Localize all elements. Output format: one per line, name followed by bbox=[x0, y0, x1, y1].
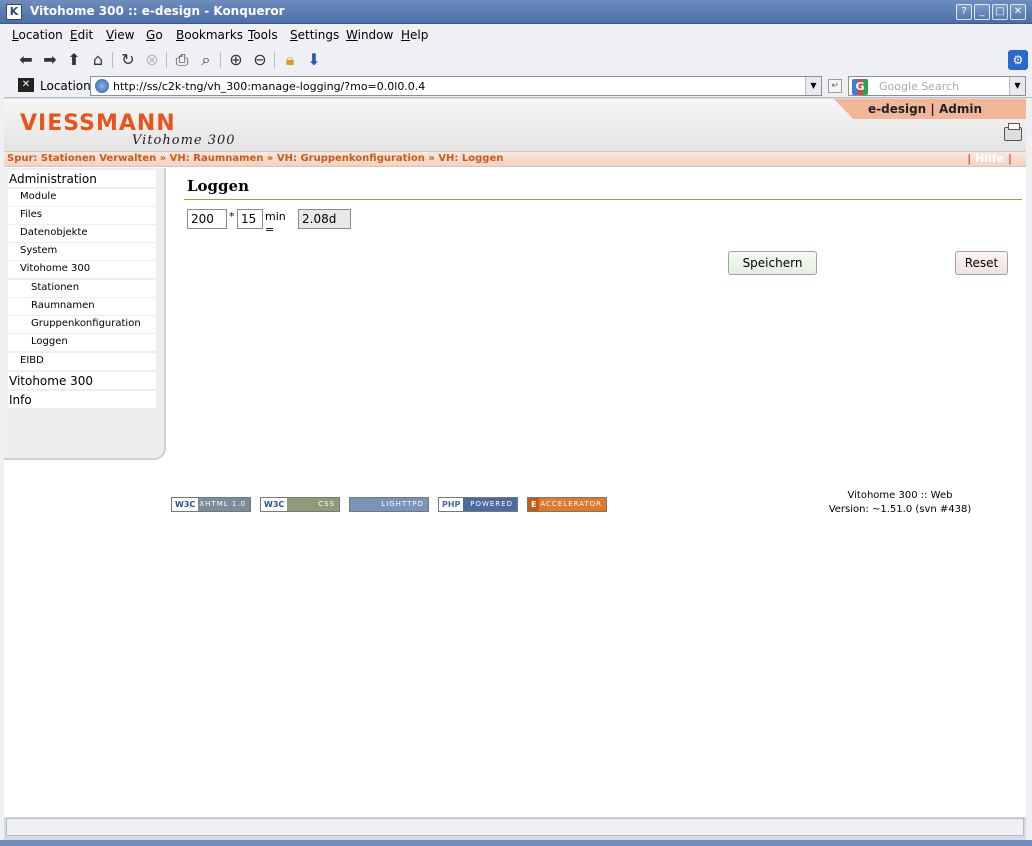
google-icon[interactable]: G bbox=[852, 79, 868, 95]
sidebar-nav: Administration Module Files Datenobjekte… bbox=[4, 168, 166, 460]
reload-icon[interactable]: ↻ bbox=[118, 50, 138, 70]
up-icon[interactable]: ⬆ bbox=[64, 50, 84, 70]
sidebar-item-module[interactable]: Module bbox=[8, 189, 156, 206]
konqueror-icon[interactable]: K bbox=[6, 4, 22, 20]
menubar: Location Edit View Go Bookmarks Tools Se… bbox=[0, 24, 1032, 46]
sidebar-item-loggen[interactable]: Loggen bbox=[8, 334, 156, 351]
sidebar-item-administration[interactable]: Administration bbox=[8, 170, 156, 187]
toolbar-separator bbox=[112, 52, 113, 68]
breadcrumb-link-gruppen[interactable]: VH: Gruppenkonfiguration bbox=[277, 153, 425, 164]
page-title: Loggen bbox=[187, 177, 249, 195]
sidebar-item-files[interactable]: Files bbox=[8, 207, 156, 224]
sidebar-item-eibd[interactable]: EIBD bbox=[8, 353, 156, 370]
menu-go[interactable]: Go bbox=[146, 28, 163, 42]
minimize-button[interactable]: _ bbox=[974, 4, 990, 20]
maximize-button[interactable]: □ bbox=[992, 4, 1008, 20]
duration-result: 2.08d bbox=[298, 209, 351, 229]
window-frame-right bbox=[1026, 98, 1032, 840]
breadcrumb-bar: Spur: Stationen Verwalten » VH: Raumname… bbox=[4, 151, 1026, 167]
url-text[interactable]: http://ss/c2k-tng/vh_300:manage-logging/… bbox=[113, 80, 425, 93]
breadcrumb-link-loggen[interactable]: VH: Loggen bbox=[438, 153, 503, 164]
css-badge[interactable]: W3C CSS bbox=[260, 497, 340, 512]
toolbar-separator bbox=[166, 52, 167, 68]
version-info: Vitohome 300 :: Web Version: ~1.51.0 (sv… bbox=[810, 489, 990, 517]
sidebar-item-raumnamen[interactable]: Raumnamen bbox=[8, 298, 156, 315]
search-placeholder: Google Search bbox=[879, 80, 960, 93]
menu-help[interactable]: Help bbox=[401, 28, 428, 42]
go-icon[interactable]: ↵ bbox=[828, 79, 842, 93]
page-viewport: VIESSMANN Vitohome 300 e-design | Admin … bbox=[4, 99, 1026, 817]
lock-icon[interactable]: 🔒︎ bbox=[280, 50, 300, 70]
php-badge[interactable]: PHP POWERED bbox=[438, 497, 518, 512]
url-input[interactable]: http://ss/c2k-tng/vh_300:manage-logging/… bbox=[90, 76, 822, 96]
breadcrumb-link-stationen[interactable]: Stationen Verwalten bbox=[41, 153, 156, 164]
menu-tools[interactable]: Tools bbox=[248, 28, 278, 42]
user-tab: e-design | Admin bbox=[834, 99, 1026, 119]
menu-view[interactable]: View bbox=[106, 28, 134, 42]
sidebar-item-datenobjekte[interactable]: Datenobjekte bbox=[8, 225, 156, 242]
window-title: Vitohome 300 :: e-design - Konqueror bbox=[30, 4, 285, 18]
window-frame-left bbox=[0, 24, 4, 840]
breadcrumb-link-raumnamen[interactable]: VH: Raumnamen bbox=[170, 153, 264, 164]
forward-icon[interactable]: ➡ bbox=[40, 50, 60, 70]
save-button[interactable]: Speichern bbox=[728, 251, 817, 275]
log-count-input[interactable]: 200 bbox=[187, 209, 227, 229]
menu-edit[interactable]: Edit bbox=[70, 28, 93, 42]
menu-location[interactable]: Location bbox=[12, 28, 63, 42]
clear-location-icon[interactable]: ✕ bbox=[18, 78, 34, 92]
sidebar-item-system[interactable]: System bbox=[8, 243, 156, 260]
xhtml-badge[interactable]: W3C XHTML 1.0 bbox=[171, 497, 251, 512]
search-dropdown-icon[interactable]: ▼ bbox=[1009, 77, 1025, 95]
breadcrumb-separator: » bbox=[266, 153, 274, 164]
version-line-2: Version: ~1.51.0 (svn #438) bbox=[828, 504, 972, 515]
title-divider bbox=[184, 199, 1022, 200]
unit-label: min = bbox=[265, 210, 286, 236]
window-frame-bottom bbox=[0, 840, 1032, 846]
sidebar-item-gruppenkonfiguration[interactable]: Gruppenkonfiguration bbox=[8, 316, 156, 333]
location-bar: ✕ Location: http://ss/c2k-tng/vh_300:man… bbox=[0, 74, 1032, 98]
version-line-1: Vitohome 300 :: Web bbox=[847, 490, 953, 501]
close-button[interactable]: ✕ bbox=[1010, 4, 1026, 20]
breadcrumb: Spur: Stationen Verwalten » VH: Raumname… bbox=[7, 153, 503, 164]
sidebar-item-vitohome[interactable]: Vitohome 300 bbox=[8, 261, 156, 278]
reset-button[interactable]: Reset bbox=[955, 251, 1008, 275]
sidebar-item-vitohome-300[interactable]: Vitohome 300 bbox=[8, 372, 156, 389]
lighttpd-badge[interactable]: LIGHTTPD bbox=[349, 497, 429, 512]
window-titlebar: K Vitohome 300 :: e-design - Konqueror ?… bbox=[0, 0, 1032, 24]
search-input[interactable]: G Google Search ▼ bbox=[848, 76, 1026, 96]
print-icon[interactable] bbox=[1004, 123, 1022, 141]
back-icon[interactable]: ⬅ bbox=[16, 50, 36, 70]
help-link[interactable]: | Hilfe | bbox=[967, 152, 1012, 165]
globe-icon bbox=[95, 79, 109, 93]
sidebar-item-stationen[interactable]: Stationen bbox=[8, 280, 156, 297]
zoom-in-icon[interactable]: ⊕ bbox=[226, 50, 246, 70]
stop-icon[interactable]: ⊗ bbox=[142, 50, 162, 70]
eaccelerator-badge[interactable]: E ACCELERATOR bbox=[527, 497, 607, 512]
location-label: Location: bbox=[40, 79, 95, 93]
times-symbol: * bbox=[229, 210, 235, 223]
toolbar-separator bbox=[274, 52, 275, 68]
site-header: VIESSMANN Vitohome 300 e-design | Admin bbox=[4, 99, 1026, 151]
download-icon[interactable]: ⬇ bbox=[304, 50, 324, 70]
user-label: e-design | Admin bbox=[867, 102, 982, 116]
toolbar-separator bbox=[220, 52, 221, 68]
menu-bookmarks[interactable]: Bookmarks bbox=[176, 28, 243, 42]
breadcrumb-separator: » bbox=[159, 153, 167, 164]
breadcrumb-separator: » bbox=[428, 153, 435, 164]
url-dropdown-icon[interactable]: ▼ bbox=[805, 77, 821, 95]
help-window-button[interactable]: ? bbox=[956, 4, 972, 20]
kde-gear-icon[interactable]: ⚙ bbox=[1008, 50, 1028, 70]
menu-window[interactable]: Window bbox=[346, 28, 393, 42]
sidebar-item-info[interactable]: Info bbox=[8, 391, 156, 408]
logo-subtitle: Vitohome 300 bbox=[132, 133, 236, 148]
print-toolbar-icon[interactable]: ⎙ bbox=[172, 50, 192, 70]
log-interval-input[interactable]: 15 bbox=[237, 209, 263, 229]
menu-settings[interactable]: Settings bbox=[290, 28, 339, 42]
zoom-out-icon[interactable]: ⊖ bbox=[250, 50, 270, 70]
breadcrumb-prefix: Spur: bbox=[7, 153, 38, 164]
home-icon[interactable]: ⌂ bbox=[88, 50, 108, 70]
status-bar bbox=[6, 818, 1024, 836]
find-icon[interactable]: ⌕ bbox=[196, 50, 216, 70]
main-toolbar: ⬅ ➡ ⬆ ⌂ ↻ ⊗ ⎙ ⌕ ⊕ ⊖ 🔒︎ ⬇ ⚙ bbox=[0, 46, 1032, 74]
